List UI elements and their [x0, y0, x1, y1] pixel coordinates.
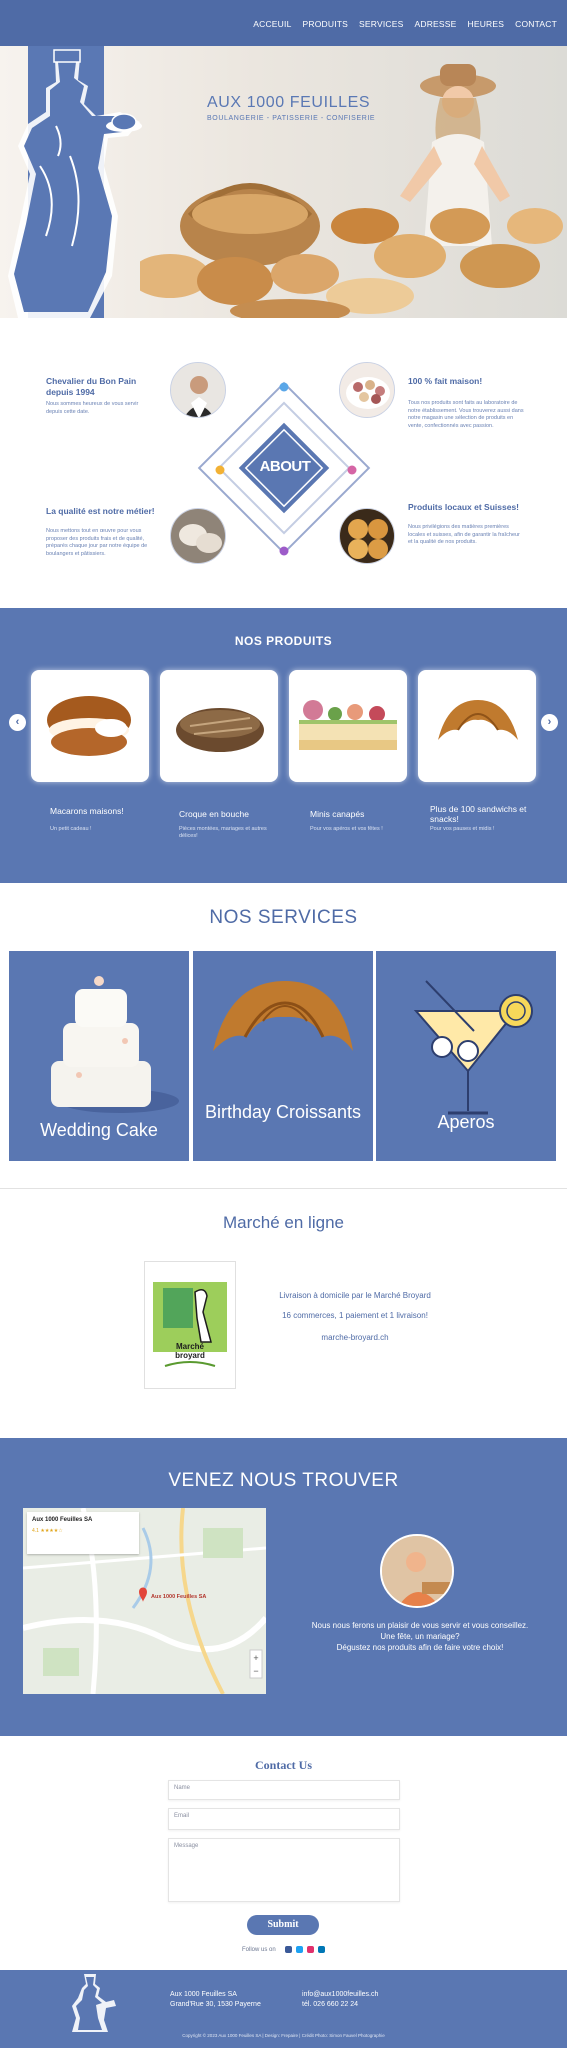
- find-us-text-1: Nous nous ferons un plaisir de vous serv…: [311, 1621, 529, 1630]
- market-shops-text: 16 commerces, 1 paiement et 1 livraison!: [282, 1311, 428, 1320]
- facebook-icon[interactable]: [285, 1946, 292, 1953]
- marche-broyard-poster[interactable]: Marché broyard: [144, 1261, 236, 1389]
- instagram-icon[interactable]: [307, 1946, 314, 1953]
- message-field[interactable]: Message: [168, 1838, 400, 1902]
- twitter-icon[interactable]: [296, 1946, 303, 1953]
- about-section: Chevalier du Bon Pain depuis 1994 Nous s…: [0, 318, 567, 608]
- stork-logo: [153, 1282, 227, 1367]
- bread-basket-photo: [140, 183, 563, 318]
- poster-brand-2: broyard: [175, 1351, 205, 1360]
- grain-bread-image: [176, 708, 264, 752]
- map-rating: 4.1 ★★★★☆: [32, 1528, 63, 1534]
- product-card[interactable]: [418, 670, 536, 782]
- product-desc: Un petit cadeau !: [50, 826, 92, 832]
- poster-brand-1: Marché: [175, 1342, 204, 1351]
- nav-item-contact[interactable]: CONTACT: [515, 19, 557, 29]
- about-block-title: 100 % fait maison!: [408, 376, 483, 386]
- find-us-section: VENEZ NOUS TROUVER + − Aux 1000 Feuilles…: [0, 1438, 567, 1736]
- product-card[interactable]: [160, 670, 278, 782]
- services-title: NOS SERVICES: [209, 907, 358, 928]
- find-us-text-2: Une fête, un mariage?: [380, 1632, 460, 1641]
- shop-photo: [380, 1534, 454, 1608]
- product-title: Croque en bouche: [179, 809, 249, 819]
- service-label: Aperos: [437, 1112, 495, 1132]
- footer-company-name: Aux 1000 Feuilles SA: [170, 1991, 237, 1998]
- hero-banner: AUX 1000 FEUILLES BOULANGERIE - PATISSER…: [0, 46, 567, 318]
- nav-item-heures[interactable]: HEURES: [468, 19, 505, 29]
- footer-copyright: Copyright © 2023 Aux 1000 Feuilles SA | …: [182, 2033, 385, 2038]
- service-card-wedding-cake[interactable]: Wedding Cake: [9, 951, 189, 1161]
- product-title: Plus de 100 sandwichs et snacks!: [430, 804, 527, 824]
- canape-tray-image: [299, 700, 397, 750]
- linkedin-icon[interactable]: [318, 1946, 325, 1953]
- footer-mascot-logo: [72, 1974, 116, 2032]
- footer-email[interactable]: info@aux1000feuilles.ch: [302, 1990, 378, 1999]
- follow-us-label: Follow us on: [242, 1947, 276, 1953]
- about-block-text: Tous nos produits sont faits au laborato…: [408, 400, 524, 429]
- hero-subtitle: BOULANGERIE - PATISSERIE - CONFISERIE: [207, 115, 376, 122]
- birthday-croissant-image: [213, 981, 353, 1051]
- service-card-birthday-croissants[interactable]: Birthday Croissants: [193, 951, 373, 1161]
- products-title: NOS PRODUITS: [234, 634, 333, 648]
- macaron-bun-image: [47, 696, 131, 756]
- nav-item-accueil[interactable]: ACCEUIL: [253, 19, 291, 29]
- about-block-title: Chevalier du Bon Pain depuis 1994: [46, 376, 137, 397]
- name-field[interactable]: Name: [168, 1780, 400, 1800]
- product-title: Macarons maisons!: [50, 806, 124, 816]
- top-navigation: ACCEUIL PRODUITS SERVICES ADRESSE HEURES…: [0, 0, 567, 46]
- about-block-text: Nous privilégions des matières premières…: [408, 524, 520, 545]
- contact-section: Contact Us Name Email Message Submit Fol…: [0, 1736, 567, 1970]
- nav-item-produits[interactable]: PRODUITS: [303, 19, 349, 29]
- service-label: Birthday Croissants: [204, 1102, 362, 1122]
- find-us-title: VENEZ NOUS TROUVER: [168, 1470, 399, 1491]
- nav-item-adresse[interactable]: ADRESSE: [414, 19, 456, 29]
- footer: Aux 1000 Feuilles SA Grand'Rue 30, 1530 …: [0, 1970, 567, 2048]
- services-section: NOS SERVICES Wedding Cake Birthday Crois…: [0, 883, 567, 1188]
- product-desc: Pièces montées, mariages et autres délic…: [179, 826, 267, 839]
- find-us-text-3: Dégustez nos produits afin de faire votr…: [336, 1643, 504, 1652]
- about-block-title: Produits locaux et Suisses!: [408, 502, 520, 512]
- product-card[interactable]: [31, 670, 149, 782]
- hero-title: AUX 1000 FEUILLES: [207, 94, 371, 111]
- map-info-card: Aux 1000 Feuilles SA 4.1 ★★★★☆: [27, 1512, 139, 1554]
- about-block-title: La qualité est notre métier!: [46, 506, 155, 516]
- map-pin-label: Aux 1000 Feuilles SA: [151, 1594, 207, 1600]
- market-delivery-text: Livraison à domicile par le Marché Broya…: [279, 1291, 431, 1300]
- footer-address: Grand'Rue 30, 1530 Payerne: [170, 2001, 261, 2008]
- products-section: NOS PRODUITS ‹ › Macarons maisons! Un pe…: [0, 608, 567, 883]
- submit-button[interactable]: Submit: [247, 1915, 319, 1935]
- online-market-section: Marché en ligne Marché broyard Livraison…: [0, 1188, 567, 1414]
- carousel-prev-button[interactable]: ‹: [9, 714, 26, 731]
- nav-item-services[interactable]: SERVICES: [359, 19, 403, 29]
- service-card-aperos[interactable]: Aperos: [376, 951, 556, 1161]
- about-block-text: Nous mettons tout en œuvre pour vous pro…: [46, 528, 148, 557]
- product-desc: Pour vos pauses et midis !: [430, 826, 495, 832]
- product-desc: Pour vos apéros et vos fêtes !: [310, 826, 383, 832]
- contact-title: Contact Us: [255, 1758, 312, 1772]
- nav-menu: ACCEUIL PRODUITS SERVICES ADRESSE HEURES…: [253, 19, 557, 29]
- svg-text:+: +: [253, 1653, 258, 1663]
- map-place-name: Aux 1000 Feuilles SA: [32, 1517, 93, 1523]
- email-field[interactable]: Email: [168, 1808, 400, 1830]
- svg-text:−: −: [253, 1666, 258, 1676]
- service-label: Wedding Cake: [40, 1120, 158, 1140]
- product-title: Minis canapés: [310, 809, 365, 819]
- product-card[interactable]: [289, 670, 407, 782]
- about-block-text: Nous sommes heureux de vous servir depui…: [46, 401, 139, 415]
- croissant-image: [438, 700, 518, 740]
- market-title: Marché en ligne: [223, 1213, 344, 1232]
- carousel-next-button[interactable]: ›: [541, 714, 558, 731]
- about-center-label: ABOUT: [259, 458, 311, 475]
- baker-mascot-illustration: [8, 49, 142, 318]
- google-map[interactable]: + − Aux 1000 Feuilles SA 4.1 ★★★★☆ Aux 1…: [23, 1508, 266, 1694]
- footer-phone: tél. 026 660 22 24: [302, 2001, 359, 2008]
- market-link[interactable]: marche-broyard.ch: [255, 1333, 455, 1342]
